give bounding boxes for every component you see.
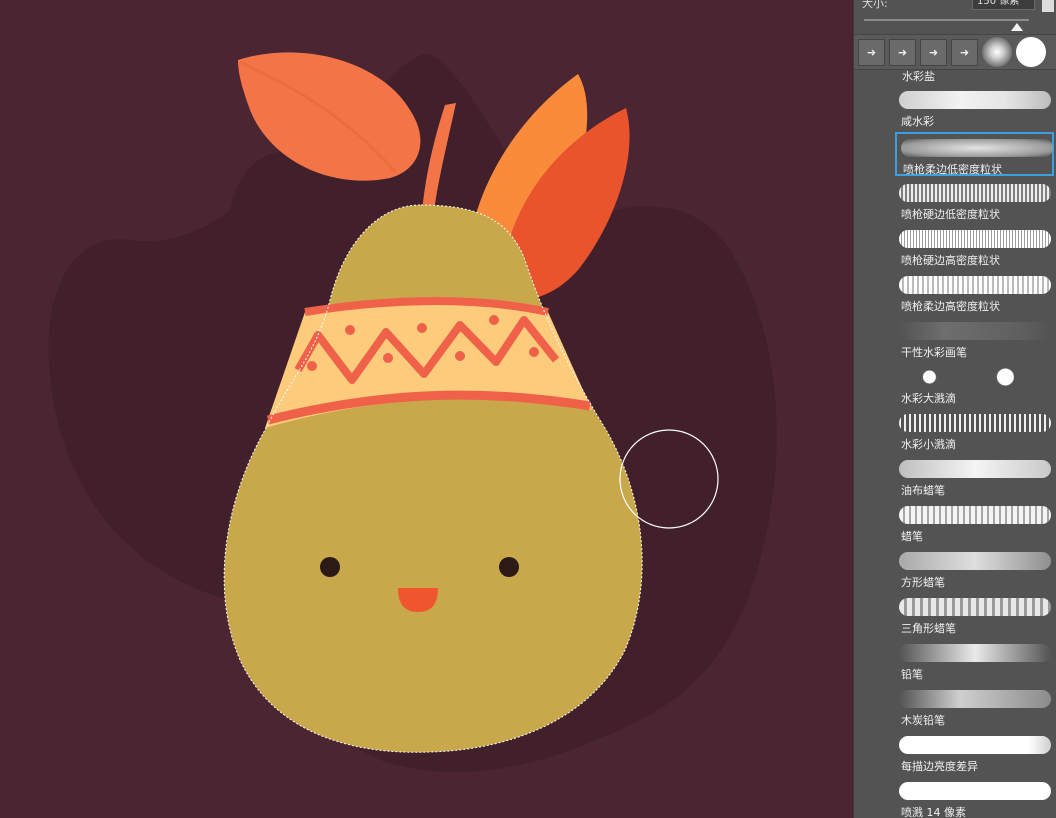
brush-stroke-preview <box>899 736 1051 754</box>
brush-preset-label: 干性水彩画笔 <box>901 346 967 359</box>
brush-preset-label: 蜡笔 <box>901 530 923 543</box>
brush-preset-label: 喷枪柔边高密度粒状 <box>901 300 1000 313</box>
brush-preset-item[interactable]: 喷枪硬边高密度粒状 <box>895 225 1054 269</box>
brush-stroke-preview <box>899 506 1051 524</box>
brush-tip-icon[interactable]: ➜ <box>951 39 978 66</box>
brush-preset-item[interactable]: 咸水彩 <box>895 86 1054 130</box>
brush-stroke-preview <box>899 598 1051 616</box>
brush-preset-label: 油布蜡笔 <box>901 484 945 497</box>
brush-preset-label: 方形蜡笔 <box>901 576 945 589</box>
brush-stroke-preview <box>899 690 1051 708</box>
brush-stroke-preview <box>899 230 1051 248</box>
brush-tips-row: ➜ ➜ ➜ ➜ <box>854 34 1056 70</box>
brush-preset-list: 水彩盐 咸水彩喷枪柔边低密度粒状 喷枪硬边低密度粒状 喷枪硬边高密度粒状 喷枪柔边高密… <box>854 68 1056 818</box>
left-eye <box>320 557 340 577</box>
brush-preset-label: 木炭铅笔 <box>901 714 945 727</box>
brush-preset-label: 水彩小溅滴 <box>901 438 956 451</box>
brush-tip-icon[interactable]: ➜ <box>889 39 916 66</box>
document-canvas[interactable] <box>0 0 853 818</box>
size-scroll-thumb[interactable] <box>1042 0 1054 12</box>
brush-tip-icon[interactable]: ➜ <box>858 39 885 66</box>
brush-stroke-preview <box>899 368 1051 386</box>
size-slider-track[interactable] <box>864 19 1029 21</box>
soft-round-tip-icon[interactable] <box>982 37 1012 67</box>
brush-preset-item[interactable]: 三角形蜡笔 <box>895 593 1054 637</box>
brush-preset-item[interactable]: 喷枪柔边低密度粒状 <box>895 132 1054 176</box>
brush-stroke-preview <box>901 139 1053 157</box>
brush-stroke-preview <box>899 184 1051 202</box>
brush-preset-label: 咸水彩 <box>901 115 934 128</box>
brush-preset-label: 每描边亮度差异 <box>901 760 978 773</box>
brush-preset-item[interactable]: 蜡笔 <box>895 501 1054 545</box>
brush-preset-item[interactable]: 水彩大溅滴 <box>895 363 1054 407</box>
brush-preset-label: 铅笔 <box>901 668 923 681</box>
brush-preset-item[interactable]: 干性水彩画笔 <box>895 317 1054 361</box>
brush-preset-item[interactable]: 喷溅 14 像素 <box>895 777 1054 818</box>
brush-size-row: 大小: 150 像素 <box>854 0 1056 34</box>
brush-preset-item[interactable]: 喷枪柔边高密度粒状 <box>895 271 1054 315</box>
brush-stroke-preview <box>899 276 1051 294</box>
brush-preset-label: 喷枪硬边高密度粒状 <box>901 254 1000 267</box>
brush-stroke-preview <box>899 552 1051 570</box>
brush-preset-label: 喷溅 14 像素 <box>901 806 966 818</box>
size-input[interactable]: 150 像素 <box>972 0 1035 10</box>
brush-preset-item[interactable]: 方形蜡笔 <box>895 547 1054 591</box>
brush-stroke-preview <box>899 782 1051 800</box>
right-eye <box>499 557 519 577</box>
brush-preset-label: 喷枪柔边低密度粒状 <box>903 163 1002 176</box>
brush-preset-label: 水彩大溅滴 <box>901 392 956 405</box>
brush-stroke-preview <box>899 460 1051 478</box>
brush-label-top: 水彩盐 <box>902 70 935 83</box>
brush-preset-item[interactable]: 喷枪硬边低密度粒状 <box>895 179 1054 223</box>
brush-preset-item[interactable]: 木炭铅笔 <box>895 685 1054 729</box>
size-slider-thumb[interactable] <box>1011 23 1023 31</box>
brush-stroke-preview <box>899 322 1051 340</box>
hard-round-tip-icon[interactable] <box>1016 37 1046 67</box>
brush-preset-item[interactable]: 每描边亮度差异 <box>895 731 1054 775</box>
brush-preset-item[interactable]: 铅笔 <box>895 639 1054 683</box>
brush-stroke-preview <box>899 644 1051 662</box>
brush-preset-label: 喷枪硬边低密度粒状 <box>901 208 1000 221</box>
brush-tip-icon[interactable]: ➜ <box>920 39 947 66</box>
brush-preset-item[interactable]: 水彩小溅滴 <box>895 409 1054 453</box>
brush-stroke-preview <box>899 91 1051 109</box>
brush-preset-item[interactable]: 油布蜡笔 <box>895 455 1054 499</box>
illustration <box>48 52 777 773</box>
size-label: 大小: <box>862 0 888 10</box>
brush-stroke-preview <box>899 414 1051 432</box>
brush-preset-label: 三角形蜡笔 <box>901 622 956 635</box>
brush-panel: 大小: 150 像素 ➜ ➜ ➜ ➜ 水彩盐 咸水彩喷枪柔边低密度粒状 喷枪硬边低… <box>853 0 1056 818</box>
